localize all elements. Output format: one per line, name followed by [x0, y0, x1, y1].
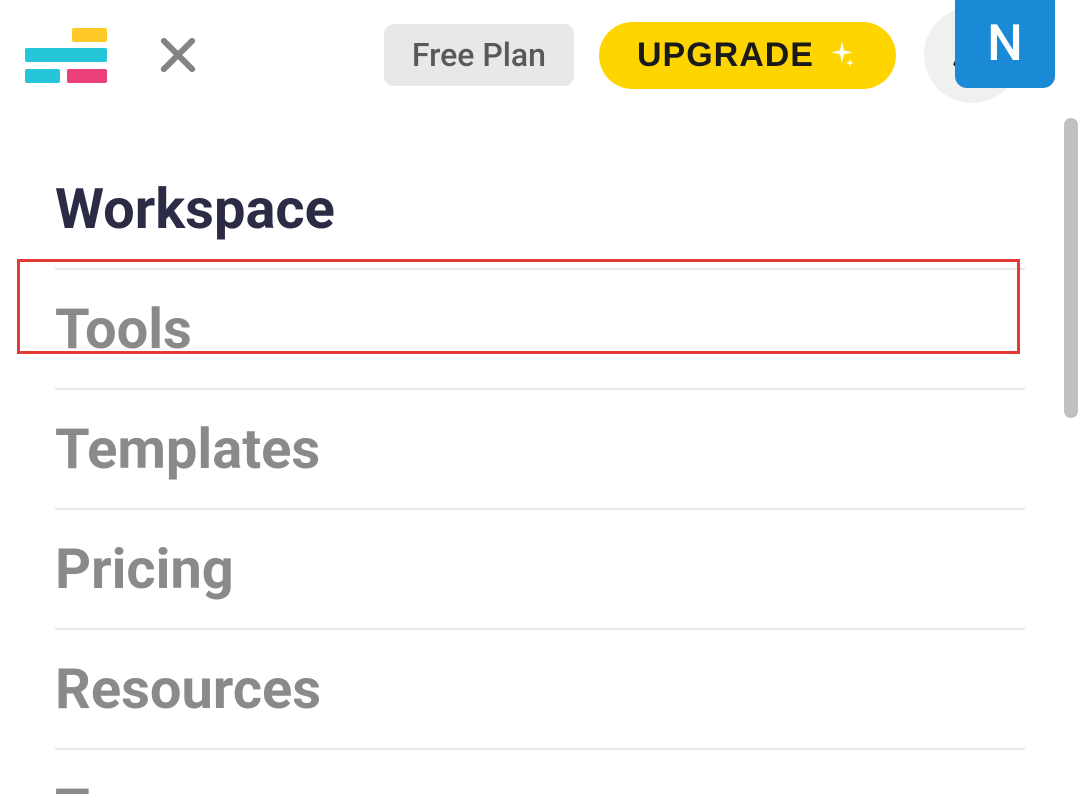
menu-item-teams[interactable]: Teams [55, 750, 1025, 794]
menu-item-resources[interactable]: Resources [55, 630, 1025, 750]
logo[interactable] [25, 28, 107, 83]
upgrade-label: UPGRADE [637, 36, 814, 75]
scrollbar[interactable] [1064, 118, 1078, 418]
header: Free Plan UPGRADE N [0, 0, 1080, 110]
logo-container [25, 28, 107, 83]
plan-badge: Free Plan [384, 24, 574, 86]
sparkle-icon [826, 39, 858, 71]
menu-container: Workspace Tools Templates Pricing Resour… [0, 110, 1080, 794]
avatar-initial: N [987, 15, 1022, 73]
menu-item-workspace[interactable]: Workspace [55, 150, 1025, 270]
menu-item-tools[interactable]: Tools [55, 270, 1025, 390]
close-icon[interactable] [157, 34, 199, 76]
upgrade-button[interactable]: UPGRADE [599, 22, 896, 89]
menu-item-pricing[interactable]: Pricing [55, 510, 1025, 630]
avatar[interactable]: N [955, 0, 1055, 88]
menu-item-templates[interactable]: Templates [55, 390, 1025, 510]
